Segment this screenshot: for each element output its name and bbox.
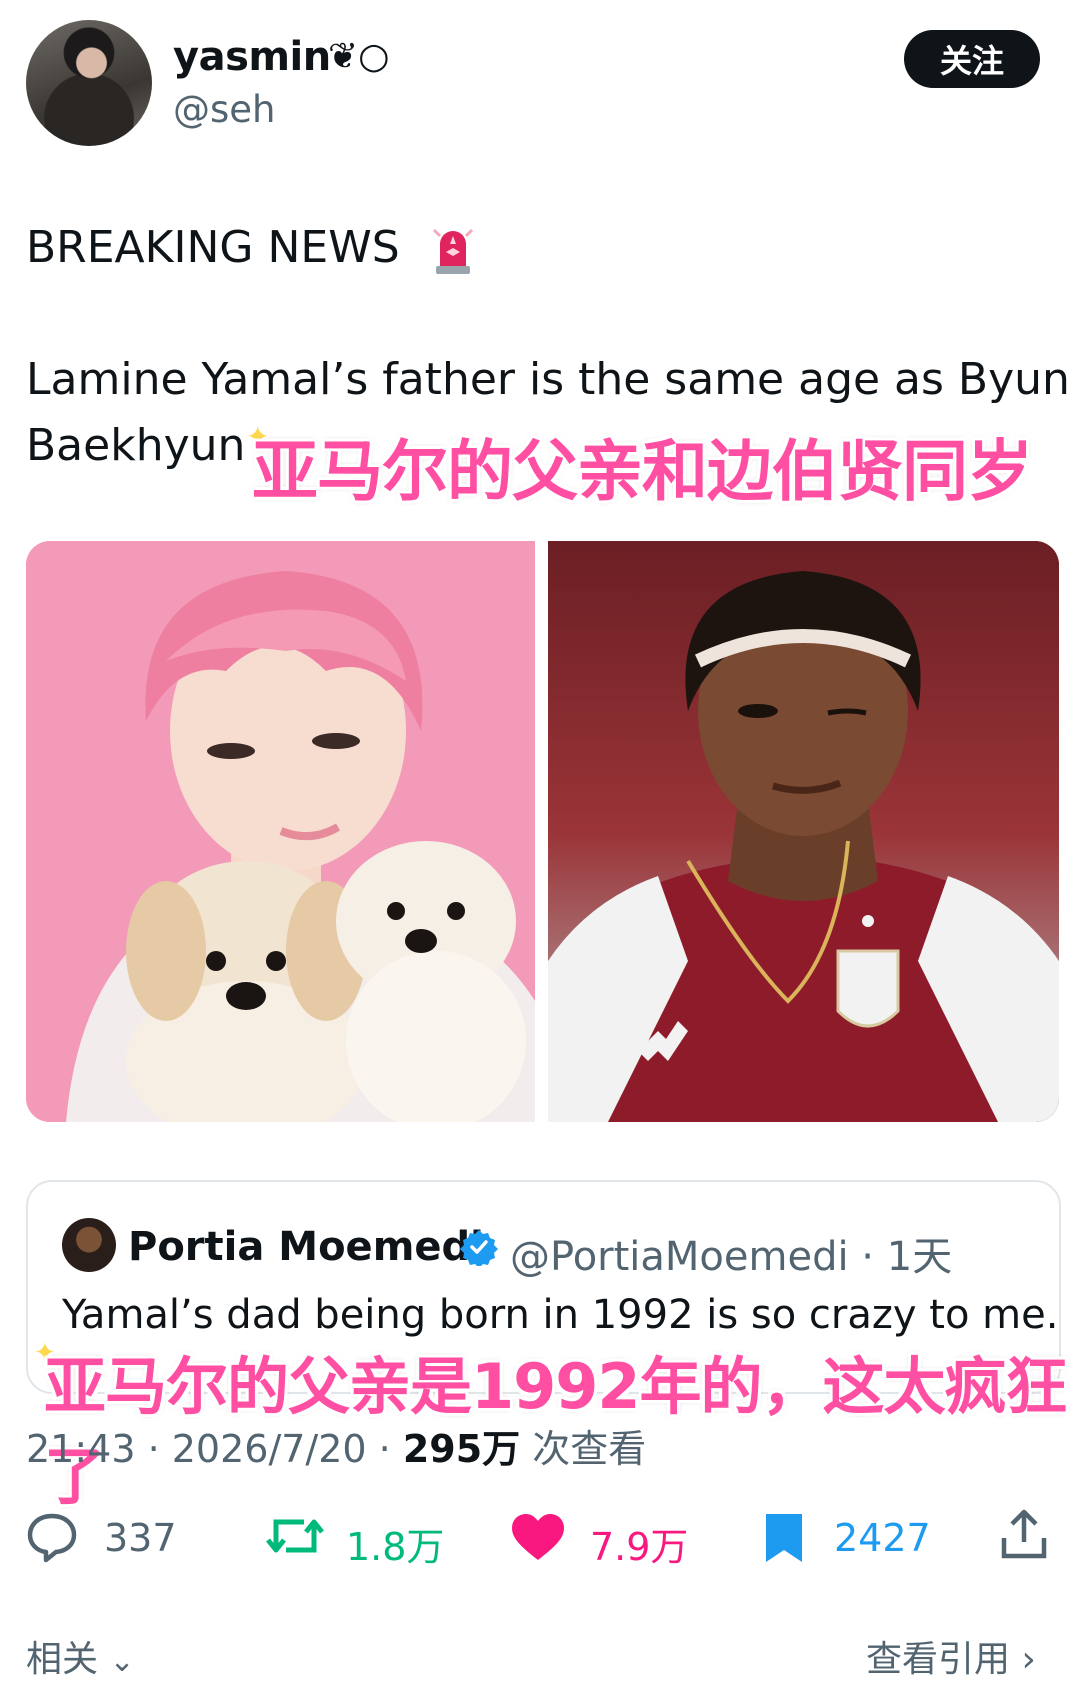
chevron-right-icon: ›	[1021, 1639, 1036, 1680]
reply-count: 337	[104, 1516, 177, 1560]
author-name-emoji: ❦○	[328, 36, 390, 77]
view-quotes-link[interactable]: 查看引用 ›	[866, 1630, 1036, 1682]
tweet-photo-1[interactable]	[26, 541, 535, 1122]
chevron-down-icon: ⌄	[109, 1644, 135, 1679]
tweet-headline: BREAKING NEWS	[26, 222, 400, 273]
view-label: 次查看	[520, 1427, 647, 1471]
related-dropdown[interactable]: 相关 ⌄	[26, 1630, 135, 1682]
view-quotes-label: 查看引用	[866, 1639, 1011, 1680]
tweet-timestamp[interactable]: 21:43 · 2026/7/20 ·	[26, 1427, 403, 1471]
tweet-caption-chinese: 亚马尔的父亲和边伯贤同岁	[252, 433, 1033, 510]
siren-icon	[432, 228, 474, 274]
reply-icon[interactable]	[24, 1508, 80, 1564]
bookmark-icon[interactable]	[756, 1510, 812, 1566]
bookmark-count: 2427	[834, 1516, 931, 1560]
quoted-author-name[interactable]: Portia Moemedi	[128, 1224, 484, 1270]
like-icon[interactable]	[510, 1510, 566, 1566]
author-name[interactable]: yasmin	[173, 34, 331, 80]
quoted-author-avatar[interactable]	[62, 1218, 116, 1272]
verified-badge-icon	[460, 1230, 498, 1266]
follow-button[interactable]: 关注	[904, 30, 1040, 88]
view-count: 295万	[402, 1427, 521, 1471]
repost-icon[interactable]	[264, 1508, 326, 1564]
author-handle[interactable]: @seh	[173, 88, 276, 131]
repost-count: 1.8万	[346, 1525, 445, 1569]
author-avatar[interactable]	[26, 20, 152, 146]
share-icon[interactable]	[996, 1506, 1052, 1562]
tweet-meta: 21:43 · 2026/7/20 · 295万 次查看	[26, 1418, 646, 1473]
tweet-body-line1: Lamine Yamal’s father is the same age as…	[26, 354, 1070, 405]
related-label: 相关	[26, 1639, 99, 1680]
tweet-body-line2: Baekhyun	[26, 420, 246, 471]
quoted-author-handle[interactable]: @PortiaMoemedi · 1天	[510, 1224, 952, 1282]
tweet-photo-2[interactable]	[548, 541, 1059, 1122]
quoted-tweet-text: Yamal’s dad being born in 1992 is so cra…	[62, 1292, 1059, 1338]
like-count: 7.9万	[590, 1525, 689, 1569]
